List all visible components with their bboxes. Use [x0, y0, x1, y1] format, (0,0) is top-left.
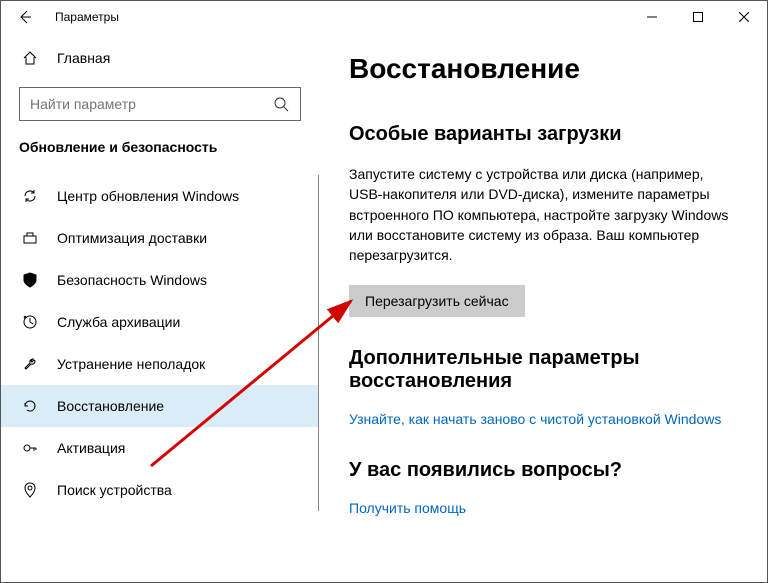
restart-now-button[interactable]: Перезагрузить сейчас	[349, 285, 525, 317]
key-icon	[21, 439, 39, 457]
recovery-icon	[21, 397, 39, 415]
shield-icon	[21, 271, 39, 289]
location-icon	[21, 481, 39, 499]
close-icon	[739, 12, 749, 22]
back-button[interactable]	[13, 9, 37, 25]
window-title: Параметры	[55, 10, 119, 24]
questions-heading: У вас появились вопросы?	[349, 459, 737, 482]
nav-label: Служба архивации	[57, 314, 180, 330]
maximize-button[interactable]	[675, 1, 721, 33]
home-link[interactable]: Главная	[1, 41, 319, 75]
fresh-start-link[interactable]: Узнайте, как начать заново с чистой уста…	[349, 411, 721, 427]
section-title: Обновление и безопасность	[1, 139, 319, 165]
maximize-icon	[693, 12, 703, 22]
home-icon	[21, 49, 39, 67]
wrench-icon	[21, 355, 39, 373]
advanced-startup-heading: Особые варианты загрузки	[349, 123, 737, 146]
nav-find-device[interactable]: Поиск устройства	[1, 469, 318, 511]
nav-activation[interactable]: Активация	[1, 427, 318, 469]
nav-label: Центр обновления Windows	[57, 188, 239, 204]
advanced-startup-desc: Запустите систему с устройства или диска…	[349, 164, 737, 265]
backup-icon	[21, 313, 39, 331]
close-button[interactable]	[721, 1, 767, 33]
nav-recovery[interactable]: Восстановление	[1, 385, 318, 427]
search-input[interactable]	[30, 96, 272, 112]
nav-troubleshoot[interactable]: Устранение неполадок	[1, 343, 318, 385]
nav-label: Устранение неполадок	[57, 356, 205, 372]
titlebar: Параметры	[1, 1, 767, 33]
nav-label: Восстановление	[57, 398, 164, 414]
page-heading: Восстановление	[349, 53, 737, 85]
nav-label: Оптимизация доставки	[57, 230, 207, 246]
nav-list: Центр обновления Windows Оптимизация дос…	[1, 175, 319, 511]
more-recovery-heading: Дополнительные параметры восстановления	[349, 347, 737, 393]
minimize-icon	[647, 12, 657, 22]
content-pane: Восстановление Особые варианты загрузки …	[319, 33, 767, 582]
sync-icon	[21, 187, 39, 205]
get-help-link[interactable]: Получить помощь	[349, 500, 466, 516]
nav-label: Поиск устройства	[57, 482, 172, 498]
sidebar: Главная Обновление и безопасность Центр …	[1, 33, 319, 582]
arrow-left-icon	[17, 9, 33, 25]
nav-windows-update[interactable]: Центр обновления Windows	[1, 175, 318, 217]
nav-label: Активация	[57, 440, 125, 456]
minimize-button[interactable]	[629, 1, 675, 33]
search-icon	[272, 95, 290, 113]
search-box[interactable]	[19, 87, 301, 121]
nav-delivery-optimization[interactable]: Оптимизация доставки	[1, 217, 318, 259]
nav-label: Безопасность Windows	[57, 272, 207, 288]
home-label: Главная	[57, 50, 110, 66]
nav-backup[interactable]: Служба архивации	[1, 301, 318, 343]
nav-windows-security[interactable]: Безопасность Windows	[1, 259, 318, 301]
delivery-icon	[21, 229, 39, 247]
